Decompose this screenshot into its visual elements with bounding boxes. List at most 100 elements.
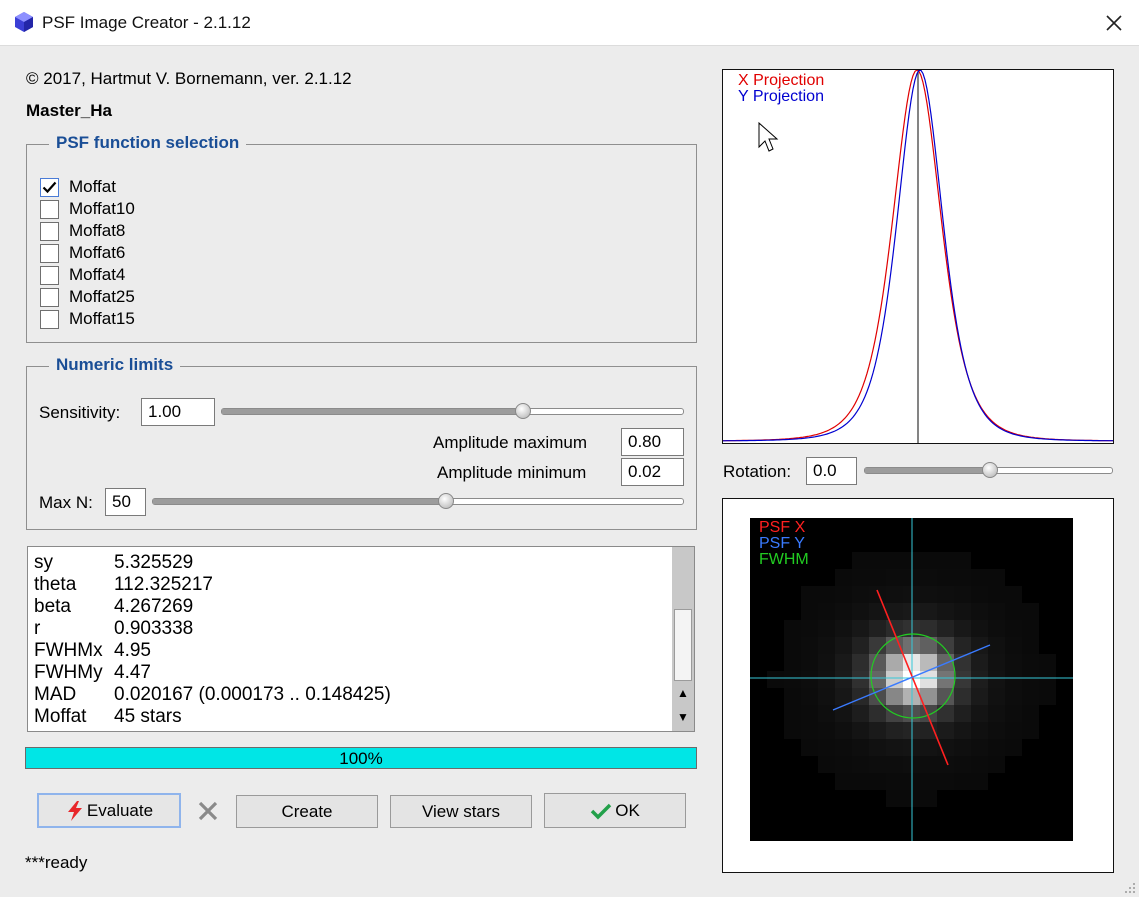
maxn-label: Max N: xyxy=(39,493,93,512)
check-icon xyxy=(42,181,57,193)
log-line: sy 5.325529 xyxy=(34,552,193,574)
log-value: 5.325529 xyxy=(114,552,194,573)
amplitude-min-label: Amplitude minimum xyxy=(437,463,587,482)
scroll-up-icon[interactable]: ▲ xyxy=(675,685,691,701)
status-text: ***ready xyxy=(25,853,88,872)
psf-option-label: Moffat15 xyxy=(69,309,135,328)
sensitivity-slider-thumb[interactable] xyxy=(514,403,531,419)
legend-x-projection: X Projection xyxy=(738,72,824,89)
view-stars-label: View stars xyxy=(421,801,501,821)
maxn-input[interactable]: 50 xyxy=(105,488,146,516)
app-icon xyxy=(15,12,33,32)
resize-grip-icon[interactable] xyxy=(1123,881,1137,895)
log-line: beta 4.267269 xyxy=(34,596,193,618)
log-key: Moffat xyxy=(34,706,87,727)
psf-option-moffat4[interactable]: Moffat4 xyxy=(40,265,125,285)
legend-psf-y: PSF Y xyxy=(759,535,805,552)
log-value: 45 stars xyxy=(114,706,182,727)
psf-option-moffat10[interactable]: Moffat10 xyxy=(40,199,135,219)
maxn-slider-thumb[interactable] xyxy=(437,493,454,509)
log-key: r xyxy=(34,618,41,639)
log-key: theta xyxy=(34,574,77,595)
psf-option-moffat25[interactable]: Moffat25 xyxy=(40,287,135,307)
close-icon xyxy=(1106,15,1122,31)
legend-y-projection: Y Projection xyxy=(738,88,824,105)
create-button[interactable]: Create xyxy=(236,795,378,828)
psf-image: PSF X PSF Y FWHM xyxy=(750,518,1073,841)
rotation-slider[interactable] xyxy=(864,462,1113,478)
psf-option-moffat15[interactable]: Moffat15 xyxy=(40,309,135,329)
checkbox[interactable] xyxy=(40,265,59,285)
ok-button[interactable]: OK xyxy=(544,793,686,828)
log-key: FWHMy xyxy=(34,662,103,683)
amplitude-max-label: Amplitude maximum xyxy=(433,433,587,452)
maxn-slider[interactable] xyxy=(152,493,684,509)
rotation-label: Rotation: xyxy=(723,462,792,481)
rotation-slider-thumb[interactable] xyxy=(981,462,998,478)
psf-option-moffat[interactable]: Moffat xyxy=(40,177,116,197)
psf-selection-group: PSF function selection Moffat Moffat10 Mof… xyxy=(26,133,697,343)
checkbox[interactable] xyxy=(40,309,59,329)
sensitivity-label: Sensitivity: xyxy=(39,403,121,422)
image-name: Master_Ha xyxy=(26,101,112,120)
view-stars-button[interactable]: View stars xyxy=(390,795,532,828)
legend-fwhm: FWHM xyxy=(759,551,809,568)
sensitivity-slider[interactable] xyxy=(221,403,684,419)
psf-option-label: Moffat4 xyxy=(69,265,126,284)
log-value: 4.95 xyxy=(114,640,151,661)
evaluate-button[interactable]: Evaluate xyxy=(37,793,181,828)
numeric-limits-title: Numeric limits xyxy=(49,355,181,375)
evaluate-label: Evaluate xyxy=(86,800,154,820)
log-value: 112.325217 xyxy=(114,574,213,595)
psf-option-moffat8[interactable]: Moffat8 xyxy=(40,221,125,241)
checkbox[interactable] xyxy=(40,221,59,241)
sensitivity-input[interactable]: 1.00 xyxy=(141,398,215,426)
ok-label: OK xyxy=(615,800,640,820)
close-button[interactable] xyxy=(1090,0,1138,46)
cancel-x-icon[interactable] xyxy=(197,800,219,822)
log-scrollbar[interactable]: ▲ ▼ xyxy=(672,547,694,731)
log-key: FWHMx xyxy=(34,640,103,661)
checkmark-icon xyxy=(590,803,612,819)
amplitude-min-input[interactable]: 0.02 xyxy=(621,458,684,486)
log-line: r 0.903338 xyxy=(34,618,193,640)
copyright-text: © 2017, Hartmut V. Bornemann, ver. 2.1.1… xyxy=(26,69,352,88)
psf-option-label: Moffat6 xyxy=(69,243,126,262)
log-key: MAD xyxy=(34,684,77,705)
results-log[interactable]: sy 5.325529 theta 112.325217 beta 4.267269 r 0.… xyxy=(27,546,695,732)
log-line: FWHMx 4.95 xyxy=(34,640,151,662)
scroll-down-icon[interactable]: ▼ xyxy=(675,709,691,725)
checkbox[interactable] xyxy=(40,199,59,219)
window-title: PSF Image Creator - 2.1.12 xyxy=(42,13,251,32)
rotation-input[interactable]: 0.0 xyxy=(806,457,857,485)
legend-psf-x: PSF X xyxy=(759,519,806,536)
psf-option-moffat6[interactable]: Moffat6 xyxy=(40,243,125,263)
log-value: 4.267269 xyxy=(114,596,194,617)
log-line: theta 112.325217 xyxy=(34,574,213,596)
amplitude-max-input[interactable]: 0.80 xyxy=(621,428,684,456)
log-line: Moffat 45 stars xyxy=(34,706,182,728)
checkbox[interactable] xyxy=(40,177,59,197)
log-value: 0.020167 (0.000173 .. 0.148425) xyxy=(114,684,391,705)
checkbox[interactable] xyxy=(40,287,59,307)
projection-plot: X Projection Y Projection xyxy=(722,69,1114,444)
psf-selection-title: PSF function selection xyxy=(49,133,247,153)
log-scroll-thumb[interactable] xyxy=(674,609,692,681)
log-line: FWHMy 4.47 xyxy=(34,662,151,684)
log-key: sy xyxy=(34,552,53,573)
progress-bar: 100% xyxy=(25,747,697,769)
numeric-limits-group: Numeric limits Sensitivity: 1.00 Amplitu… xyxy=(26,355,697,530)
psf-option-label: Moffat10 xyxy=(69,199,135,218)
checkbox[interactable] xyxy=(40,243,59,263)
progress-text: 100% xyxy=(339,749,383,768)
psf-option-label: Moffat25 xyxy=(69,287,135,306)
log-value: 4.47 xyxy=(114,662,151,683)
log-line: MAD 0.020167 (0.000173 .. 0.148425) xyxy=(34,684,391,706)
psf-option-label: Moffat8 xyxy=(69,221,126,240)
mouse-cursor-icon xyxy=(758,121,779,152)
log-value: 0.903338 xyxy=(114,618,194,639)
lightning-icon xyxy=(67,800,82,821)
title-bar: PSF Image Creator - 2.1.12 xyxy=(0,0,1139,46)
log-key: beta xyxy=(34,596,71,617)
create-label: Create xyxy=(281,801,333,821)
